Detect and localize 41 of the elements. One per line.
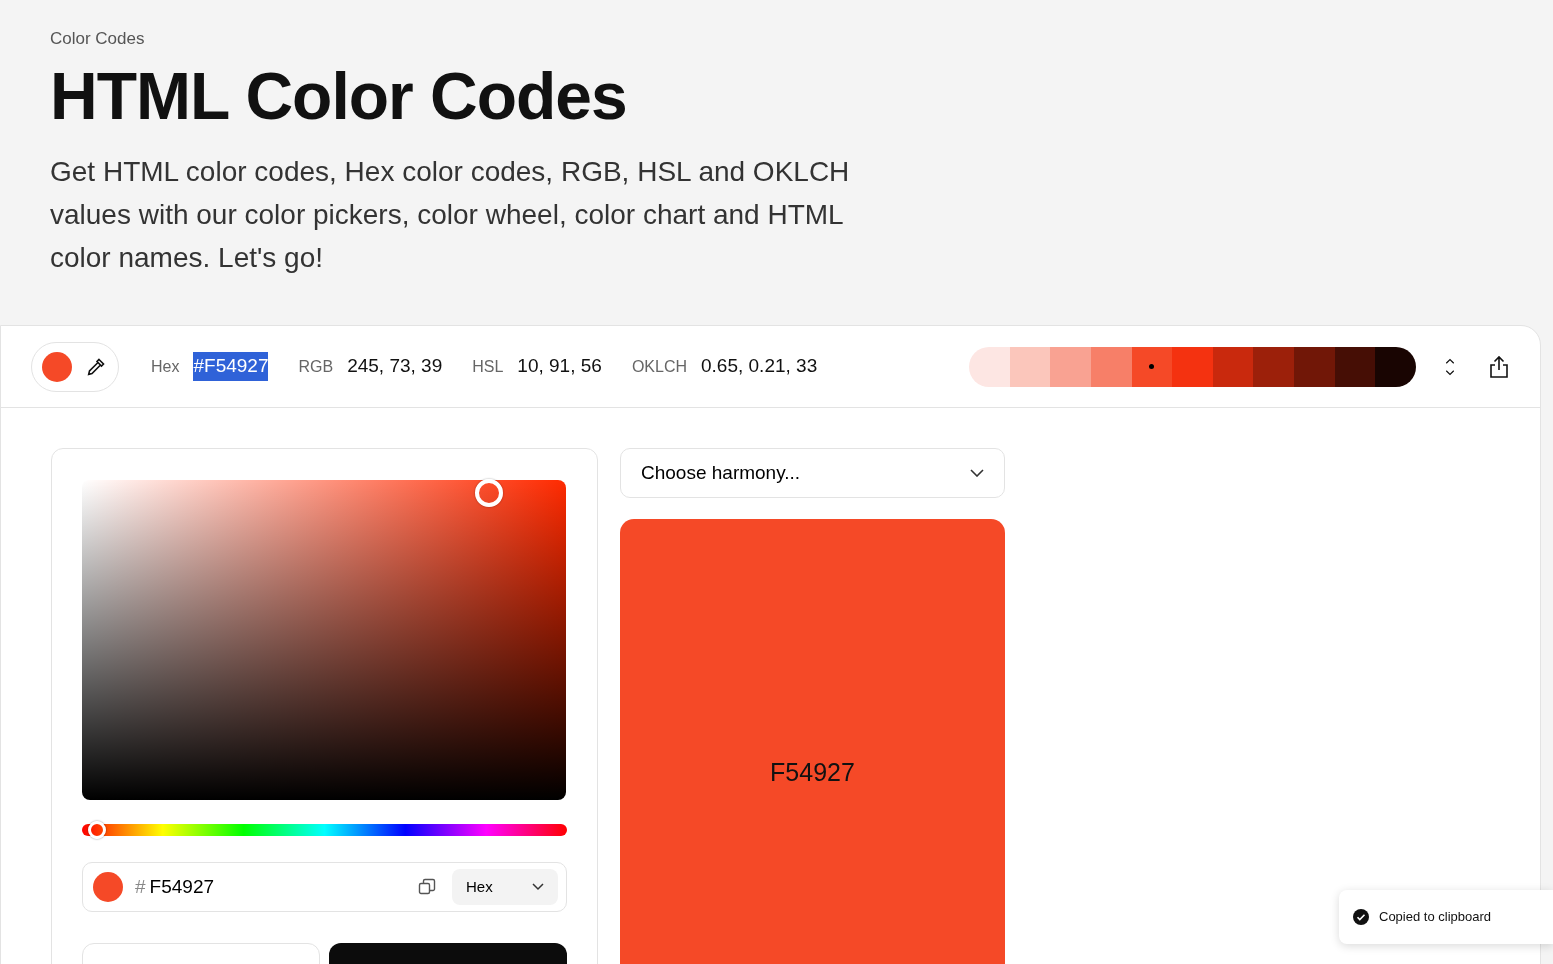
shade-swatch[interactable] (1172, 346, 1213, 387)
shade-swatch[interactable] (1294, 346, 1335, 387)
page-title: HTML Color Codes (50, 59, 628, 133)
hash-prefix: # (135, 874, 146, 899)
hex-code: F54927 (770, 757, 855, 789)
saturation-brightness-picker[interactable] (82, 480, 566, 800)
color-swatch (93, 872, 123, 902)
value-label: HSL (472, 356, 504, 377)
toast-message: Copied to clipboard (1379, 908, 1492, 927)
value-label: Hex (151, 356, 180, 377)
picker-handle[interactable] (474, 478, 503, 507)
breadcrumb: Color Codes (50, 28, 146, 50)
chevron-down-icon (970, 469, 984, 477)
shade-swatch[interactable] (1131, 346, 1173, 387)
current-marker (1149, 364, 1155, 369)
share-icon[interactable] (1488, 354, 1510, 379)
shade-swatch[interactable] (1375, 346, 1416, 387)
color-swatch[interactable] (42, 351, 72, 382)
value-label: RGB (298, 356, 334, 377)
check-circle-icon (1353, 909, 1369, 925)
harmony-dropdown[interactable]: Choose harmony... (620, 448, 1005, 498)
value-label: OKLCH (631, 356, 687, 377)
shade-swatch[interactable] (1050, 346, 1091, 387)
shade-swatch[interactable] (1212, 346, 1254, 387)
shade-swatch[interactable] (1009, 346, 1051, 387)
eyedropper-icon[interactable] (86, 356, 106, 377)
color-value[interactable]: 0.65, 0.21, 33 (701, 352, 818, 381)
format-dropdown[interactable]: Hex (452, 869, 558, 905)
color-value[interactable]: #F54927 (193, 352, 269, 381)
hex-input-field[interactable]: # F54927 Hex (82, 862, 567, 912)
copy-icon[interactable] (418, 878, 436, 896)
intro-paragraph: Get HTML color codes, Hex color codes, RGB, HSL and OKLCH values with our color pickers, color wheel, color chart and HTML color names. Let's go! (50, 155, 851, 276)
hue-thumb[interactable] (87, 821, 106, 839)
hue-slider[interactable] (82, 824, 567, 836)
chevron-down-icon (532, 883, 544, 891)
shade-swatch[interactable] (1090, 346, 1132, 387)
color-value[interactable]: 245, 73, 39 (347, 352, 443, 381)
shade-swatch[interactable] (969, 346, 1010, 387)
shade-swatch[interactable] (1334, 346, 1376, 387)
color-value[interactable]: 10, 91, 56 (517, 352, 602, 381)
shade-swatch[interactable] (1253, 346, 1295, 387)
